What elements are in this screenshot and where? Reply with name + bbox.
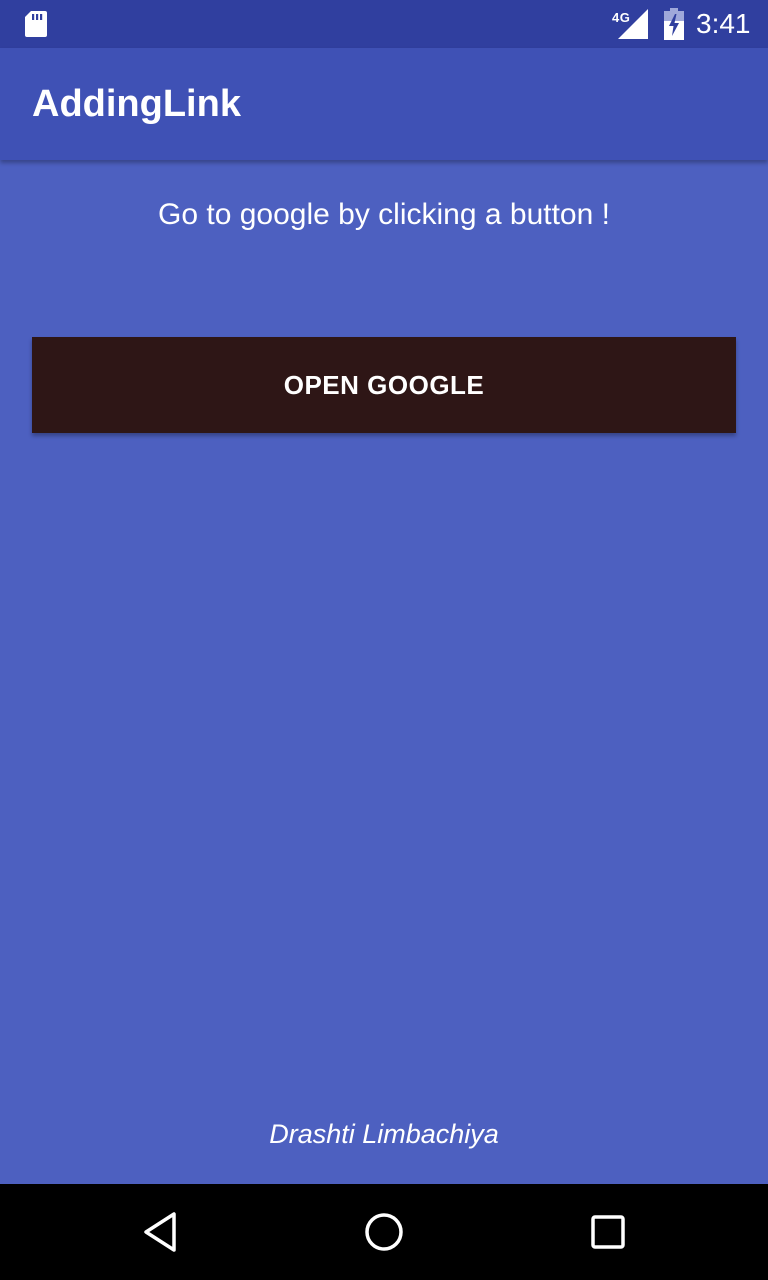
sd-card-icon xyxy=(25,11,47,37)
author-name: Drashti Limbachiya xyxy=(269,1119,499,1149)
signal-icon xyxy=(618,9,648,39)
status-bar: 4G 3:41 xyxy=(0,0,768,48)
home-icon[interactable] xyxy=(360,1208,408,1256)
prompt-text: Go to google by clicking a button ! xyxy=(158,198,610,231)
app-title: AddingLink xyxy=(32,83,241,125)
open-google-button[interactable]: OPEN GOOGLE xyxy=(32,337,736,433)
app-bar: AddingLink xyxy=(0,48,768,160)
recents-icon[interactable] xyxy=(584,1208,632,1256)
battery-charging-icon xyxy=(664,8,684,40)
back-icon[interactable] xyxy=(136,1206,184,1258)
clock: 3:41 xyxy=(696,8,751,39)
